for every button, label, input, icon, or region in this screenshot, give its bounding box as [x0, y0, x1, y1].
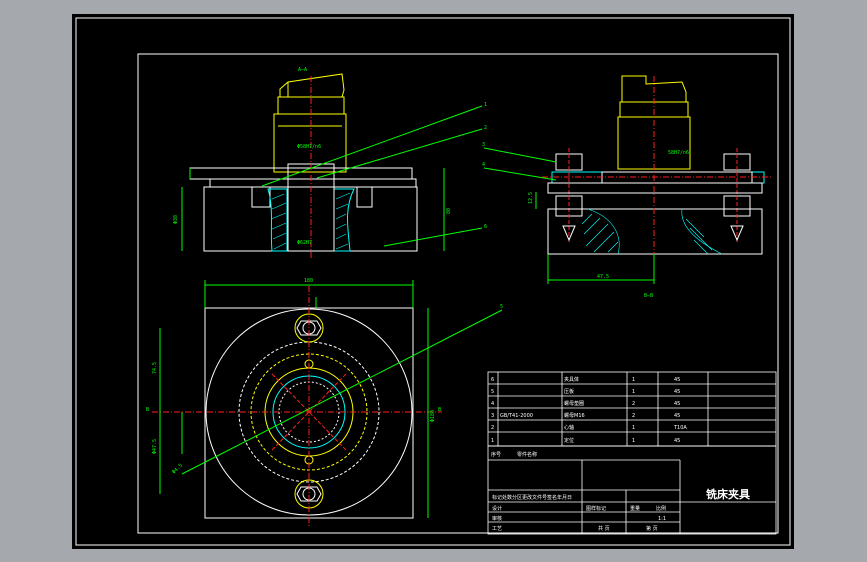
svg-text:6: 6	[491, 377, 494, 383]
dim-d4: 80	[446, 208, 452, 214]
dim-d1: Φ58H7/n6	[297, 144, 321, 150]
svg-text:比例: 比例	[656, 505, 666, 512]
svg-text:45: 45	[674, 438, 680, 444]
engineering-drawing: A—A Φ58H7/n6 Φ62H7 Φ38 80 1 2 6 47.5 12.…	[75, 17, 791, 546]
svg-text:T10A: T10A	[673, 425, 687, 431]
section-label-a: A—A	[298, 67, 307, 73]
leader-3: 3	[482, 142, 485, 148]
svg-text:45: 45	[674, 413, 680, 419]
svg-text:1: 1	[632, 425, 635, 431]
svg-text:1:1: 1:1	[658, 516, 666, 522]
svg-text:45: 45	[674, 401, 680, 407]
dim-d3: Φ38	[173, 215, 179, 224]
svg-text:1: 1	[632, 438, 635, 444]
svg-text:2: 2	[632, 413, 635, 419]
svg-text:定位: 定位	[564, 437, 574, 444]
dim-d12: 47.5	[597, 274, 609, 280]
section-view-b: 47.5 12.5 58H7/n6 B—B 3 4	[482, 75, 772, 299]
svg-text:共 页: 共 页	[598, 525, 610, 532]
leader-5: 5	[500, 304, 503, 310]
svg-text:GB/T41-2000: GB/T41-2000	[500, 413, 533, 419]
plan-view: 180 74.5 Φ47.5 Φ180 Φ4.5 B B 5	[146, 278, 503, 526]
view-label-b: B—B	[644, 293, 653, 299]
svg-text:螺母M16: 螺母M16	[564, 412, 585, 419]
svg-text:2: 2	[632, 401, 635, 407]
outer-frame	[75, 17, 791, 546]
svg-text:工艺: 工艺	[492, 526, 502, 532]
leader-4: 4	[482, 162, 485, 168]
svg-text:1: 1	[632, 377, 635, 383]
dim-d13: 74.5	[152, 362, 158, 374]
svg-text:45: 45	[674, 377, 680, 383]
svg-text:5: 5	[491, 389, 494, 395]
svg-text:1: 1	[491, 438, 494, 444]
svg-text:4: 4	[491, 401, 494, 407]
svg-text:审核: 审核	[492, 515, 502, 522]
dim-d5: Φ180	[430, 410, 436, 422]
svg-text:标记处数分区更改文件号签名年月日: 标记处数分区更改文件号签名年月日	[492, 494, 572, 501]
title-block-text: 序号 零件名称 标记处数分区更改文件号签名年月日 设计 审核 工艺 图样标记 重…	[491, 451, 750, 532]
dim-d8: 180	[304, 278, 313, 284]
dim-d7: Φ47.5	[152, 439, 158, 454]
svg-text:3: 3	[491, 413, 494, 419]
plan-label-b-left: B	[146, 407, 149, 413]
plan-label-b-right: B	[438, 407, 441, 413]
leader-6: 6	[484, 224, 487, 230]
inner-frame	[137, 53, 779, 534]
svg-text:设计: 设计	[492, 505, 502, 512]
svg-text:心轴: 心轴	[564, 424, 574, 431]
svg-text:2: 2	[491, 425, 494, 431]
dim-d11: 12.5	[528, 192, 534, 204]
svg-text:重量: 重量	[630, 505, 640, 512]
dim-d2: Φ62H7	[297, 240, 312, 246]
svg-text:第 页: 第 页	[646, 525, 658, 532]
cad-viewport: A—A Φ58H7/n6 Φ62H7 Φ38 80 1 2 6 47.5 12.…	[72, 14, 794, 549]
dim-d9: 58H7/n6	[668, 150, 689, 156]
leader-2: 2	[484, 125, 487, 131]
svg-text:螺母垫圈: 螺母垫圈	[564, 400, 584, 407]
svg-text:零件名称: 零件名称	[517, 451, 537, 458]
svg-text:1: 1	[632, 389, 635, 395]
svg-text:序号: 序号	[491, 451, 501, 458]
svg-text:45: 45	[674, 389, 680, 395]
svg-text:图样标记: 图样标记	[586, 505, 606, 512]
svg-text:压板: 压板	[564, 388, 574, 395]
section-view-a: A—A Φ58H7/n6 Φ62H7 Φ38 80 1 2 6	[173, 67, 487, 259]
leader-1: 1	[484, 102, 487, 108]
drawing-title: 铣床夹具	[706, 487, 750, 501]
svg-text:夹具体: 夹具体	[564, 376, 579, 383]
